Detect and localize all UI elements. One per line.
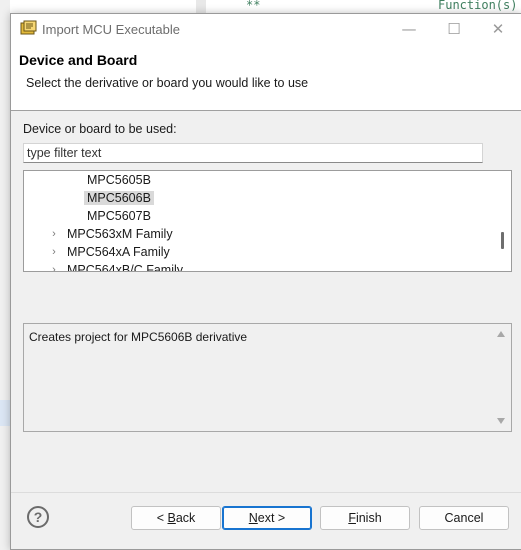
- page-description: Select the derivative or board you would…: [26, 76, 309, 90]
- background-code-comment: **: [246, 0, 261, 12]
- next-button-mnemonic: N: [248, 511, 258, 525]
- maximize-button[interactable]: ☐: [431, 14, 477, 44]
- finish-button-mnemonic: F: [348, 511, 356, 525]
- chevron-right-icon[interactable]: ›: [48, 225, 60, 243]
- scroll-down-icon[interactable]: [497, 418, 505, 424]
- background-gutter: [196, 0, 206, 14]
- tree-item-mpc5606b[interactable]: MPC5606B: [84, 189, 154, 207]
- finish-button-rest: inish: [355, 511, 382, 525]
- help-icon[interactable]: ?: [27, 506, 49, 528]
- wizard-header: Device and Board Select the derivative o…: [11, 44, 521, 111]
- page-title: Device and Board: [19, 52, 138, 68]
- tree-item-label: MPC563xM Family: [67, 227, 173, 241]
- tree-item-label: MPC5605B: [87, 173, 151, 187]
- background-left-panel: [0, 0, 10, 550]
- scroll-up-icon[interactable]: [497, 331, 505, 337]
- import-mcu-dialog: Import MCU Executable — ☐ ✕ Device and B…: [10, 13, 521, 550]
- tree-item-mpc564xa-family[interactable]: › MPC564xA Family: [48, 243, 173, 261]
- back-button-rest: ack: [175, 511, 196, 525]
- back-button-prefix: <: [156, 511, 168, 525]
- cancel-button[interactable]: Cancel: [419, 506, 509, 530]
- description-panel: Creates project for MPC5606B derivative: [23, 323, 512, 432]
- close-button[interactable]: ✕: [475, 14, 521, 44]
- tree-item-mpc564xbc-family[interactable]: › MPC564xB/C Family: [48, 261, 186, 272]
- tree-item-label: MPC564xB/C Family: [67, 263, 183, 272]
- device-label: Device or board to be used:: [23, 122, 177, 136]
- description-text: Creates project for MPC5606B derivative: [29, 330, 248, 344]
- next-button[interactable]: Next >: [222, 506, 312, 530]
- device-tree[interactable]: MPC5605B MPC5606B MPC5607B › MPC563xM Fa…: [23, 170, 512, 272]
- back-button-mnemonic: B: [167, 511, 176, 525]
- tree-scrollbar-thumb[interactable]: [501, 232, 504, 249]
- background-selected-row: [0, 400, 10, 426]
- minimize-button[interactable]: —: [386, 14, 432, 44]
- back-button[interactable]: < Back: [131, 506, 221, 530]
- finish-button[interactable]: Finish: [320, 506, 410, 530]
- tree-item-mpc563xm-family[interactable]: › MPC563xM Family: [48, 225, 176, 243]
- title-bar[interactable]: Import MCU Executable — ☐ ✕: [11, 14, 521, 44]
- next-button-rest: ext >: [257, 511, 286, 525]
- background-code-text: Function(s): [438, 0, 518, 12]
- footer-divider: [11, 492, 521, 493]
- tree-item-label: MPC5607B: [87, 209, 151, 223]
- tree-item-label: MPC5606B: [84, 191, 154, 205]
- tree-item-mpc5605b[interactable]: MPC5605B: [84, 171, 154, 189]
- tree-item-mpc5607b[interactable]: MPC5607B: [84, 207, 154, 225]
- filter-input[interactable]: [23, 143, 483, 163]
- dialog-title: Import MCU Executable: [42, 22, 180, 37]
- tree-item-label: MPC564xA Family: [67, 245, 170, 259]
- chevron-right-icon[interactable]: ›: [48, 261, 60, 271]
- app-icon: [20, 20, 37, 35]
- chevron-right-icon[interactable]: ›: [48, 243, 60, 261]
